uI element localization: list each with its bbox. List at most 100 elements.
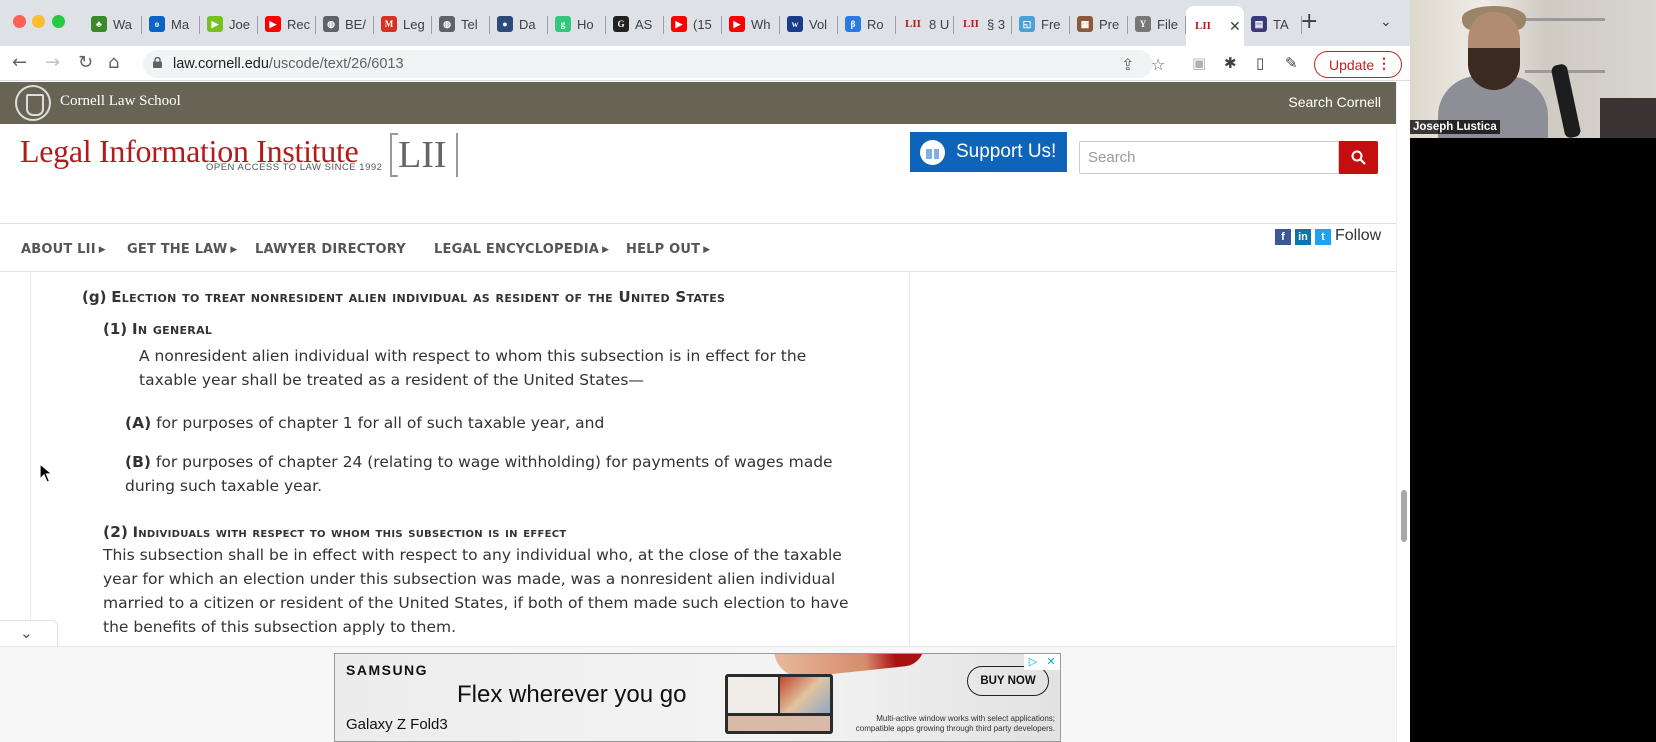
tab-title: Leg [403, 16, 425, 32]
tab[interactable]: ▶ Joe [200, 6, 258, 42]
section-heading: Individuals with respect to whom this su… [132, 525, 567, 541]
url-text[interactable]: law.cornell.edu/uscode/text/26/6013 [173, 56, 404, 72]
tab[interactable]: ▶ Rec [258, 6, 316, 42]
page-scrollbar[interactable] [1396, 82, 1410, 742]
nav-get-the-law[interactable]: GET THE LAW ▶ [127, 242, 238, 257]
g-icon: g [555, 16, 571, 32]
gift-icon [920, 140, 945, 165]
tab-title: Da [519, 16, 536, 32]
pre-icon: ▦ [1077, 16, 1093, 32]
samsung-ad-banner[interactable]: SAMSUNG Flex wherever you go Galaxy Z Fo… [334, 653, 1061, 742]
tab[interactable]: LII § 3 [954, 6, 1012, 42]
tab[interactable]: ▦ Pre [1070, 6, 1128, 42]
url-host: law.cornell.edu [173, 56, 269, 72]
maximize-window-button[interactable] [52, 15, 65, 28]
close-ad-icon[interactable]: ✕ [1042, 654, 1060, 670]
tab[interactable]: LII 8 U [896, 6, 954, 42]
minimize-window-button[interactable] [32, 15, 45, 28]
adchoices-icon[interactable]: ▷ [1024, 654, 1042, 670]
file-icon: Y [1135, 16, 1151, 32]
mouse-cursor-icon [39, 463, 53, 483]
buy-now-button[interactable]: BUY NOW [967, 666, 1049, 696]
tab[interactable]: ● Da [490, 6, 548, 42]
nav-help-out[interactable]: HELP OUT ▶ [626, 242, 710, 257]
wa-icon: ♣ [91, 16, 107, 32]
subparagraph-text: for purposes of chapter 1 for all of suc… [156, 414, 605, 432]
shelf [1525, 18, 1605, 21]
subparagraph-a: (A) for purposes of chapter 1 for all of… [125, 411, 865, 435]
cornell-seal-icon[interactable] [15, 85, 51, 121]
cornell-law-school-link[interactable]: Cornell Law School [60, 93, 181, 110]
tab[interactable]: ◍ BE/ [316, 6, 374, 42]
tab[interactable]: β Ro [838, 6, 896, 42]
share-icon[interactable]: ⇪ [1121, 55, 1134, 74]
statute-content: (g) Election to treat nonresident alien … [0, 273, 1396, 683]
tab[interactable]: ▤ TA [1244, 6, 1302, 42]
tab[interactable]: G AS [606, 6, 664, 42]
close-window-button[interactable] [13, 15, 26, 28]
scrollbar-thumb[interactable] [1401, 490, 1407, 542]
tab[interactable]: ♣ Wa [84, 6, 142, 42]
back-button[interactable]: ← [12, 52, 27, 74]
tab[interactable]: M Leg [374, 6, 432, 42]
extensions-puzzle-icon[interactable]: ✱ [1224, 54, 1237, 72]
tab[interactable]: ◱ Fre [1012, 6, 1070, 42]
reload-button[interactable]: ↻ [78, 52, 93, 74]
nav-legal-encyclopedia[interactable]: LEGAL ENCYCLOPEDIA ▶ [434, 242, 609, 257]
support-us-button[interactable]: Support Us! [910, 132, 1067, 172]
column-divider [909, 273, 910, 683]
tab-search-icon[interactable]: ⌄ [1380, 14, 1392, 30]
translate-extension-icon[interactable]: ▣ [1192, 54, 1206, 72]
paragraph-2-text: This subsection shall be in effect with … [103, 546, 849, 636]
update-label: Update [1329, 56, 1375, 73]
tab[interactable]: ▶ Wh [722, 6, 780, 42]
site-search-button[interactable] [1339, 141, 1378, 174]
paragraph-1-heading: (1) In general [103, 317, 212, 341]
ad-headline: Flex wherever you go [457, 681, 687, 708]
bookmark-star-icon[interactable]: ☆ [1151, 55, 1165, 74]
address-bar[interactable]: law.cornell.edu/uscode/text/26/6013 ⇪ ☆ [143, 50, 1165, 78]
menu-icon[interactable]: ⋮ [1377, 55, 1391, 72]
subparagraph-b: (B) for purposes of chapter 24 (relating… [125, 450, 865, 498]
tab-active[interactable]: LII ✕ [1186, 6, 1244, 46]
lock-icon [153, 57, 162, 68]
browser-toolbar: ← → ↻ ⌂ law.cornell.edu/uscode/text/26/6… [0, 46, 1410, 81]
tab[interactable]: ▶ (15 [664, 6, 722, 42]
side-panel-icon[interactable]: ▯ [1256, 54, 1264, 72]
fre-icon: ◱ [1019, 16, 1035, 32]
microphone [1550, 63, 1582, 138]
close-tab-icon[interactable]: ✕ [1229, 18, 1241, 35]
subsection-g-heading: (g) Election to treat nonresident alien … [82, 285, 725, 309]
nav-label: LAWYER DIRECTORY [255, 242, 406, 257]
collapse-toggle[interactable]: ⌄ [0, 620, 58, 648]
nav-label: LEGAL ENCYCLOPEDIA [434, 242, 600, 257]
webcam-video [1410, 0, 1656, 138]
site-tagline: OPEN ACCESS TO LAW SINCE 1992 [206, 162, 383, 173]
support-label: Support Us! [956, 141, 1057, 162]
profile-extension-icon[interactable]: ✎ [1285, 54, 1298, 72]
nav-lawyer-directory[interactable]: LAWYER DIRECTORY [255, 242, 406, 257]
site-search-input[interactable] [1079, 141, 1339, 174]
tab[interactable]: o Ma [142, 6, 200, 42]
tab-title: Ro [867, 16, 884, 32]
ad-product: Galaxy Z Fold3 [346, 716, 448, 733]
home-button[interactable]: ⌂ [108, 52, 119, 74]
lii-icon: LII [963, 18, 979, 30]
tab-title: Rec [287, 16, 311, 32]
caret-right-icon: ▶ [230, 245, 238, 255]
tab[interactable]: w Vol [780, 6, 838, 42]
tab[interactable]: ◍ Tel [432, 6, 490, 42]
tab[interactable]: g Ho [548, 6, 606, 42]
subparagraph-text: for purposes of chapter 24 (relating to … [125, 453, 833, 495]
section-number: (B) [125, 453, 151, 471]
forward-button[interactable]: → [45, 52, 60, 74]
tab-title: Ho [577, 16, 594, 32]
new-tab-button[interactable]: + [1300, 11, 1318, 33]
update-button[interactable]: Update ⋮ [1314, 51, 1402, 78]
tab-title: BE/ [345, 16, 366, 32]
search-cornell-link[interactable]: Search Cornell [1288, 94, 1381, 110]
tab[interactable]: Y File [1128, 6, 1186, 42]
lii-logo[interactable]: LII [398, 133, 447, 177]
nav-about-lii[interactable]: ABOUT LII ▶ [21, 242, 106, 257]
caret-right-icon: ▶ [98, 245, 106, 255]
